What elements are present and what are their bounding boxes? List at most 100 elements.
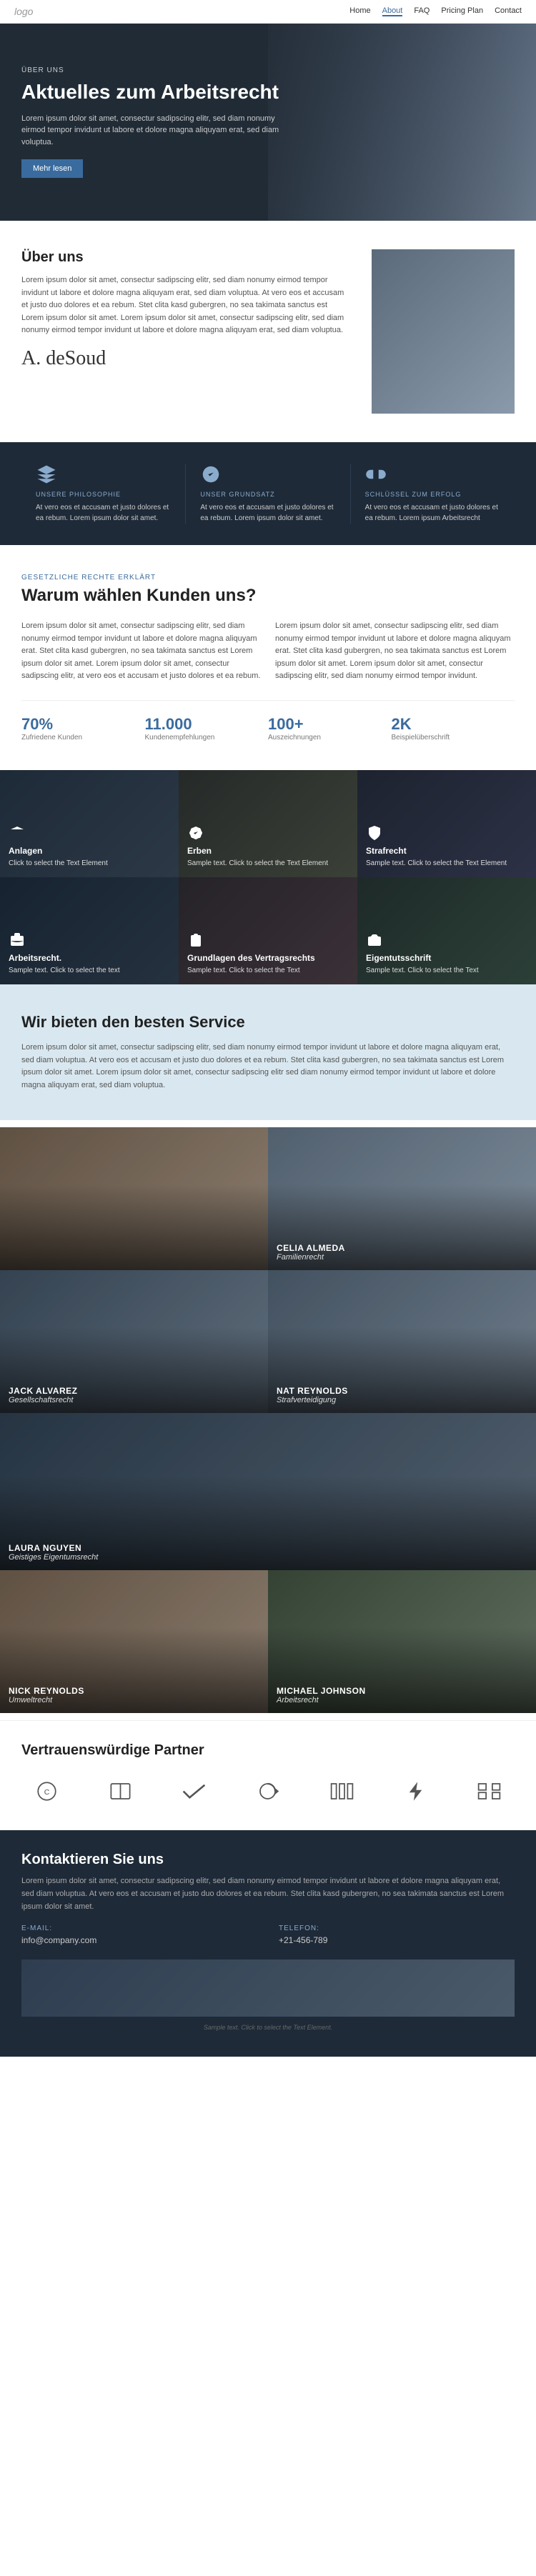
service-card-3[interactable]: Strafrecht Sample text. Click to select … [357, 770, 536, 877]
service-icon-2 [187, 824, 204, 842]
team-card-nat[interactable]: NAT REYNOLDS Strafverteidigung [268, 1270, 536, 1413]
hero-text: Lorem ipsum dolor sit amet, consectur sa… [21, 113, 293, 149]
stat-label-3: Auszeichnungen [268, 734, 377, 742]
service-icon-6 [366, 932, 383, 949]
navigation: logo Home About FAQ Pricing Plan Contact [0, 0, 536, 24]
stat-3: 100+ Auszeichnungen [268, 715, 392, 742]
team-name-nat: NAT REYNOLDS [277, 1386, 527, 1396]
about-body: Lorem ipsum dolor sit amet, consectur sa… [21, 274, 350, 337]
philosophy-icon-1 [36, 464, 57, 485]
partners-section: Vertrauenswürdige Partner C [0, 1720, 536, 1830]
team-name-michael: MICHAEL JOHNSON [277, 1686, 527, 1696]
partners-logos: C [21, 1773, 515, 1809]
service-title-5: Grundlagen des Vertragsrechts [187, 953, 349, 963]
service-sample-5: Sample text. Click to select the Text [187, 966, 349, 976]
team-card-celia[interactable]: CELIA ALMEDA Familienrecht [268, 1127, 536, 1270]
contact-text: Lorem ipsum dolor sit amet, consectur sa… [21, 1875, 515, 1913]
about-image [372, 249, 515, 414]
contact-phone-label: Telefon: [279, 1924, 515, 1932]
stat-2: 11.000 Kundenempfehlungen [145, 715, 269, 742]
service-sample-1: Click to select the Text Element [9, 859, 170, 869]
partner-logo-7 [465, 1773, 515, 1809]
partners-title: Vertrauenswürdige Partner [21, 1742, 515, 1759]
team-role-laura: Geistiges Eigentumsrecht [9, 1553, 527, 1562]
partner-logo-3 [169, 1773, 219, 1809]
philosophy-icon-3 [365, 464, 387, 485]
service-title-3: Strafrecht [366, 846, 527, 856]
service-card-4[interactable]: Arbeitsrecht. Sample text. Click to sele… [0, 877, 179, 984]
team-role-michael: Arbeitsrecht [277, 1696, 527, 1704]
stat-num-4: 2K [392, 715, 501, 734]
philosophy-text-1: At vero eos et accusam et justo dolores … [36, 502, 171, 524]
philosophy-item-1: UNSERE PHILOSOPHIE At vero eos et accusa… [21, 464, 186, 524]
hero-title: Aktuelles zum Arbeitsrecht [21, 80, 293, 104]
team-card-michael[interactable]: MICHAEL JOHNSON Arbeitsrecht [268, 1570, 536, 1713]
stat-label-2: Kundenempfehlungen [145, 734, 254, 742]
service-title-6: Eigentutsschrift [366, 953, 527, 963]
team-card-left-empty-1 [0, 1127, 268, 1270]
hero-section: ÜBER UNS Aktuelles zum Arbeitsrecht Lore… [0, 24, 536, 221]
signature: A. deSoud [21, 347, 350, 370]
why-section: GESETZLICHE RECHTE ERKLÄRT Warum wählen … [0, 545, 536, 770]
service-sample-6: Sample text. Click to select the Text [366, 966, 527, 976]
hero-subtitle: ÜBER UNS [21, 66, 293, 74]
service-card-6[interactable]: Eigentutsschrift Sample text. Click to s… [357, 877, 536, 984]
contact-section: Kontaktieren Sie uns Lorem ipsum dolor s… [0, 1830, 536, 2057]
contact-title: Kontaktieren Sie uns [21, 1852, 515, 1868]
hero-button[interactable]: Mehr lesen [21, 159, 83, 178]
why-title: Warum wählen Kunden uns? [21, 586, 515, 606]
logo: logo [14, 6, 33, 17]
team-card-jack[interactable]: JACK ALVAREZ Gesellschaftsrecht [0, 1270, 268, 1413]
why-subtitle: GESETZLICHE RECHTE ERKLÄRT [21, 574, 515, 581]
team-section: .team-layout { display: grid; grid-templ… [0, 1120, 536, 1720]
philosophy-icon-2 [200, 464, 222, 485]
service-card-5[interactable]: Grundlagen des Vertragsrechts Sample tex… [179, 877, 357, 984]
stat-4: 2K Beispielüberschrift [392, 715, 515, 742]
service-title-4: Arbeitsrecht. [9, 953, 170, 963]
team-card-nick[interactable]: NICK REYNOLDS Umweltrecht [0, 1570, 268, 1713]
team-card-laura[interactable]: LAURA NGUYEN Geistiges Eigentumsrecht [0, 1413, 536, 1570]
nav-contact[interactable]: Contact [495, 6, 522, 16]
partner-logo-4 [243, 1773, 293, 1809]
about-section: Über uns Lorem ipsum dolor sit amet, con… [0, 221, 536, 442]
contact-email-label: E-Mail: [21, 1924, 257, 1932]
hero-content: ÜBER UNS Aktuelles zum Arbeitsrecht Lore… [21, 66, 293, 178]
service-icon-3 [366, 824, 383, 842]
why-col-2: Lorem ipsum dolor sit amet, consectur sa… [275, 620, 515, 683]
team-role-nick: Umweltrecht [9, 1696, 259, 1704]
philosophy-label-2: UNSER GRUNDSATZ [200, 491, 335, 498]
stat-label-1: Zufriedene Kunden [21, 734, 131, 742]
contact-phone-value: +21-456-789 [279, 1935, 515, 1945]
nav-about[interactable]: About [382, 6, 403, 16]
service-icon-5 [187, 932, 204, 949]
philosophy-label-3: SCHLÜSSEL ZUM ERFOLG [365, 491, 500, 498]
stat-num-2: 11.000 [145, 715, 254, 734]
service-card-2[interactable]: Erben Sample text. Click to select the T… [179, 770, 357, 877]
contact-details: E-Mail: info@company.com Telefon: +21-45… [21, 1924, 515, 1945]
stat-num-3: 100+ [268, 715, 377, 734]
philosophy-strip: UNSERE PHILOSOPHIE At vero eos et accusa… [0, 442, 536, 545]
service-icon-1 [9, 824, 26, 842]
team-role-jack: Gesellschaftsrecht [9, 1396, 259, 1404]
about-text: Über uns Lorem ipsum dolor sit amet, con… [21, 249, 350, 370]
nav-pricing[interactable]: Pricing Plan [441, 6, 483, 16]
best-service-text: Lorem ipsum dolor sit amet, consectur sa… [21, 1042, 515, 1092]
stat-1: 70% Zufriedene Kunden [21, 715, 145, 742]
team-name-celia: CELIA ALMEDA [277, 1243, 527, 1253]
philosophy-item-2: UNSER GRUNDSATZ At vero eos et accusam e… [186, 464, 350, 524]
svg-text:C: C [44, 1788, 49, 1797]
services-grid: Anlagen Click to select the Text Element… [0, 770, 536, 984]
nav-faq[interactable]: FAQ [414, 6, 430, 16]
team-role-nat: Strafverteidigung [277, 1396, 527, 1404]
about-heading: Über uns [21, 249, 350, 266]
contact-email-value: info@company.com [21, 1935, 257, 1945]
partner-logo-6 [391, 1773, 441, 1809]
stat-num-1: 70% [21, 715, 131, 734]
team-role-celia: Familienrecht [277, 1253, 527, 1262]
nav-home[interactable]: Home [349, 6, 370, 16]
philosophy-text-3: At vero eos et accusam et justo dolores … [365, 502, 500, 524]
service-sample-2: Sample text. Click to select the Text El… [187, 859, 349, 869]
best-service-title: Wir bieten den besten Service [21, 1013, 515, 1032]
team-name-laura: LAURA NGUYEN [9, 1543, 527, 1553]
service-card-1[interactable]: Anlagen Click to select the Text Element [0, 770, 179, 877]
